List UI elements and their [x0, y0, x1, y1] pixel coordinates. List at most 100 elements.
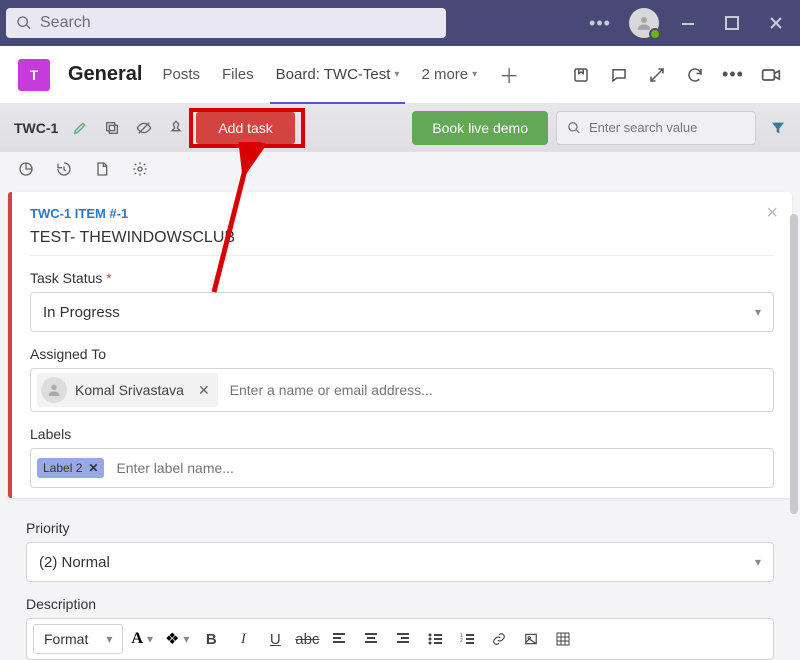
book-demo-button[interactable]: Book live demo	[412, 111, 548, 145]
expand-icon	[648, 66, 666, 84]
plus-icon: ＋	[499, 60, 519, 89]
chevron-down-icon: ▾	[472, 69, 477, 80]
popout-button[interactable]	[646, 64, 668, 86]
table-button[interactable]	[549, 625, 577, 653]
format-select[interactable]: Format ▾	[33, 624, 123, 654]
channel-avatar: T	[18, 59, 50, 91]
teams-titlebar: Search •••	[0, 0, 800, 46]
tab-more[interactable]: 2 more ▾	[419, 46, 479, 104]
channel-title: General	[68, 63, 142, 86]
priority-value: (2) Normal	[39, 554, 110, 571]
labels-text-input[interactable]	[110, 454, 767, 482]
format-value: Format	[44, 631, 88, 647]
channel-header: T General Posts Files Board: TWC-Test ▾ …	[0, 46, 800, 104]
chevron-down-icon: ▾	[755, 555, 761, 569]
copy-button[interactable]	[100, 116, 124, 140]
chevron-down-icon: ▾	[106, 632, 112, 646]
board-app-area: TWC-1 Add task Book live demo Enter sear…	[0, 104, 800, 660]
pin-icon	[168, 120, 184, 136]
add-task-button[interactable]: Add task	[196, 112, 294, 144]
priority-select[interactable]: (2) Normal ▾	[26, 542, 774, 582]
svg-text:2: 2	[460, 638, 463, 644]
highlight-select[interactable]: ❖▾	[161, 629, 193, 649]
chat-button[interactable]	[608, 64, 630, 86]
window-minimize-button[interactable]	[670, 5, 706, 41]
table-icon	[556, 632, 570, 646]
bold-button[interactable]: B	[197, 625, 225, 653]
image-icon	[523, 632, 539, 646]
meet-now-button[interactable]	[760, 64, 782, 86]
label-chip: Label 2 ✕	[37, 458, 104, 478]
window-close-button[interactable]	[758, 5, 794, 41]
add-tab-button[interactable]: ＋	[497, 46, 521, 104]
tab-files[interactable]: Files	[220, 46, 256, 104]
history-button[interactable]	[52, 157, 76, 181]
more-menu-button[interactable]: •••	[582, 5, 618, 41]
image-button[interactable]	[517, 625, 545, 653]
link-button[interactable]	[485, 625, 513, 653]
ellipsis-icon: •••	[722, 64, 744, 85]
chevron-down-icon: ▾	[755, 305, 761, 319]
number-list-icon: 12	[460, 632, 474, 646]
align-left-button[interactable]	[325, 625, 353, 653]
save-tab-button[interactable]	[570, 64, 592, 86]
window-maximize-button[interactable]	[714, 5, 750, 41]
labels-input[interactable]: Label 2 ✕	[30, 448, 774, 488]
visibility-button[interactable]	[132, 116, 156, 140]
underline-button[interactable]: U	[261, 625, 289, 653]
assigned-to-input[interactable]: Komal Srivastava ✕	[30, 368, 774, 412]
status-value: In Progress	[43, 304, 120, 321]
search-placeholder-text: Search	[40, 14, 91, 32]
maximize-icon	[725, 16, 739, 30]
font-color-select[interactable]: A▾	[127, 630, 157, 648]
export-button[interactable]	[90, 157, 114, 181]
remove-label-button[interactable]: ✕	[88, 461, 98, 475]
align-right-button[interactable]	[389, 625, 417, 653]
edit-button[interactable]	[68, 116, 92, 140]
user-avatar-icon	[41, 377, 67, 403]
tab-board[interactable]: Board: TWC-Test ▾	[274, 46, 402, 104]
copy-icon	[104, 120, 120, 136]
italic-button[interactable]: I	[229, 625, 257, 653]
chat-icon	[610, 66, 628, 84]
profile-avatar[interactable]	[626, 5, 662, 41]
number-list-button[interactable]: 12	[453, 625, 481, 653]
filter-icon	[770, 120, 786, 136]
description-label: Description	[26, 596, 774, 612]
task-title[interactable]: TEST- THEWINDOWSCLUB	[30, 229, 774, 256]
board-id-label: TWC-1	[14, 120, 58, 136]
status-label: Task Status *	[30, 270, 774, 286]
align-center-button[interactable]	[357, 625, 385, 653]
align-center-icon	[364, 632, 378, 646]
assigned-to-text-input[interactable]	[224, 376, 767, 404]
align-left-icon	[332, 632, 346, 646]
settings-button[interactable]	[128, 157, 152, 181]
labels-label: Labels	[30, 426, 774, 442]
tab-posts[interactable]: Posts	[160, 46, 202, 104]
ellipsis-icon: •••	[589, 13, 611, 34]
minimize-icon	[681, 16, 695, 30]
scrollbar-thumb[interactable]	[790, 214, 798, 514]
reload-button[interactable]	[684, 64, 706, 86]
gear-icon	[132, 161, 148, 177]
bullet-list-button[interactable]	[421, 625, 449, 653]
priority-label: Priority	[26, 520, 774, 536]
save-icon	[572, 66, 590, 84]
status-select[interactable]: In Progress ▾	[30, 292, 774, 332]
bullet-list-icon	[428, 632, 442, 646]
label-chip-text: Label 2	[43, 461, 82, 475]
video-icon	[761, 66, 781, 84]
close-task-button[interactable]: ×	[766, 202, 778, 225]
remove-user-button[interactable]: ✕	[198, 382, 210, 399]
history-icon	[56, 161, 72, 177]
board-search[interactable]: Enter search value	[556, 111, 756, 145]
tab-more-menu[interactable]: •••	[722, 64, 744, 86]
rte-toolbar: Format ▾ A▾ ❖▾ B I U abc 12	[26, 618, 774, 660]
filter-button[interactable]	[770, 120, 786, 136]
strike-button[interactable]: abc	[293, 625, 321, 653]
global-search[interactable]: Search	[6, 8, 446, 38]
pin-button[interactable]	[164, 116, 188, 140]
link-icon	[491, 632, 507, 646]
task-item-id[interactable]: TWC-1 ITEM #-1	[30, 206, 774, 221]
chart-button[interactable]	[14, 157, 38, 181]
